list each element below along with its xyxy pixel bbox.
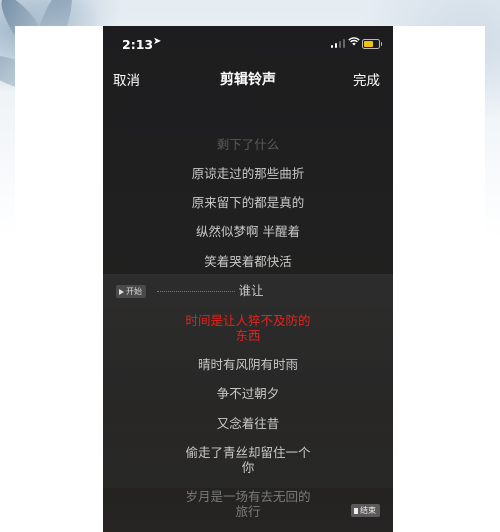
lyric-line: 你 bbox=[241, 460, 255, 475]
start-marker-handle[interactable]: 开始 bbox=[116, 285, 146, 298]
stop-icon bbox=[354, 507, 358, 514]
lyric-line: 偷走了青丝却留住一个 bbox=[185, 445, 311, 460]
start-marker-label: 开始 bbox=[126, 287, 142, 296]
phone-screen: 2:13 ➤ 取消 剪辑铃声 完成 剩下了什么 原谅走过的那些曲折 原来留下的都… bbox=[103, 26, 393, 532]
lyric-line: 原来留下的都是真的 bbox=[191, 195, 305, 210]
lyric-line: 争不过朝夕 bbox=[216, 386, 280, 401]
lyric-line: 原谅走过的那些曲折 bbox=[191, 166, 305, 181]
lyric-line: 剩下了什么 bbox=[216, 137, 280, 152]
lyric-line: 笑着哭着都快活 bbox=[204, 254, 292, 269]
end-marker-label: 结束 bbox=[360, 506, 376, 515]
play-icon bbox=[119, 288, 124, 295]
lyric-line: 旅行 bbox=[235, 504, 261, 519]
lyric-line: 纵然似梦啊 半醒着 bbox=[196, 224, 300, 239]
lyric-line: 又念着往昔 bbox=[216, 416, 280, 431]
lyric-line: 岁月是一场有去无回的 bbox=[185, 489, 311, 504]
lyrics-list[interactable]: 剩下了什么 原谅走过的那些曲折 原来留下的都是真的 纵然似梦啊 半醒着 笑着哭着… bbox=[103, 26, 393, 532]
start-marker-guide bbox=[157, 291, 235, 292]
lyric-line-current: 时间是让人猝不及防的 bbox=[185, 313, 311, 328]
lyric-line: 晴时有风阴有时雨 bbox=[197, 357, 298, 372]
end-marker-handle[interactable]: 结束 bbox=[351, 504, 380, 517]
lyric-line-current: 东西 bbox=[235, 328, 261, 343]
